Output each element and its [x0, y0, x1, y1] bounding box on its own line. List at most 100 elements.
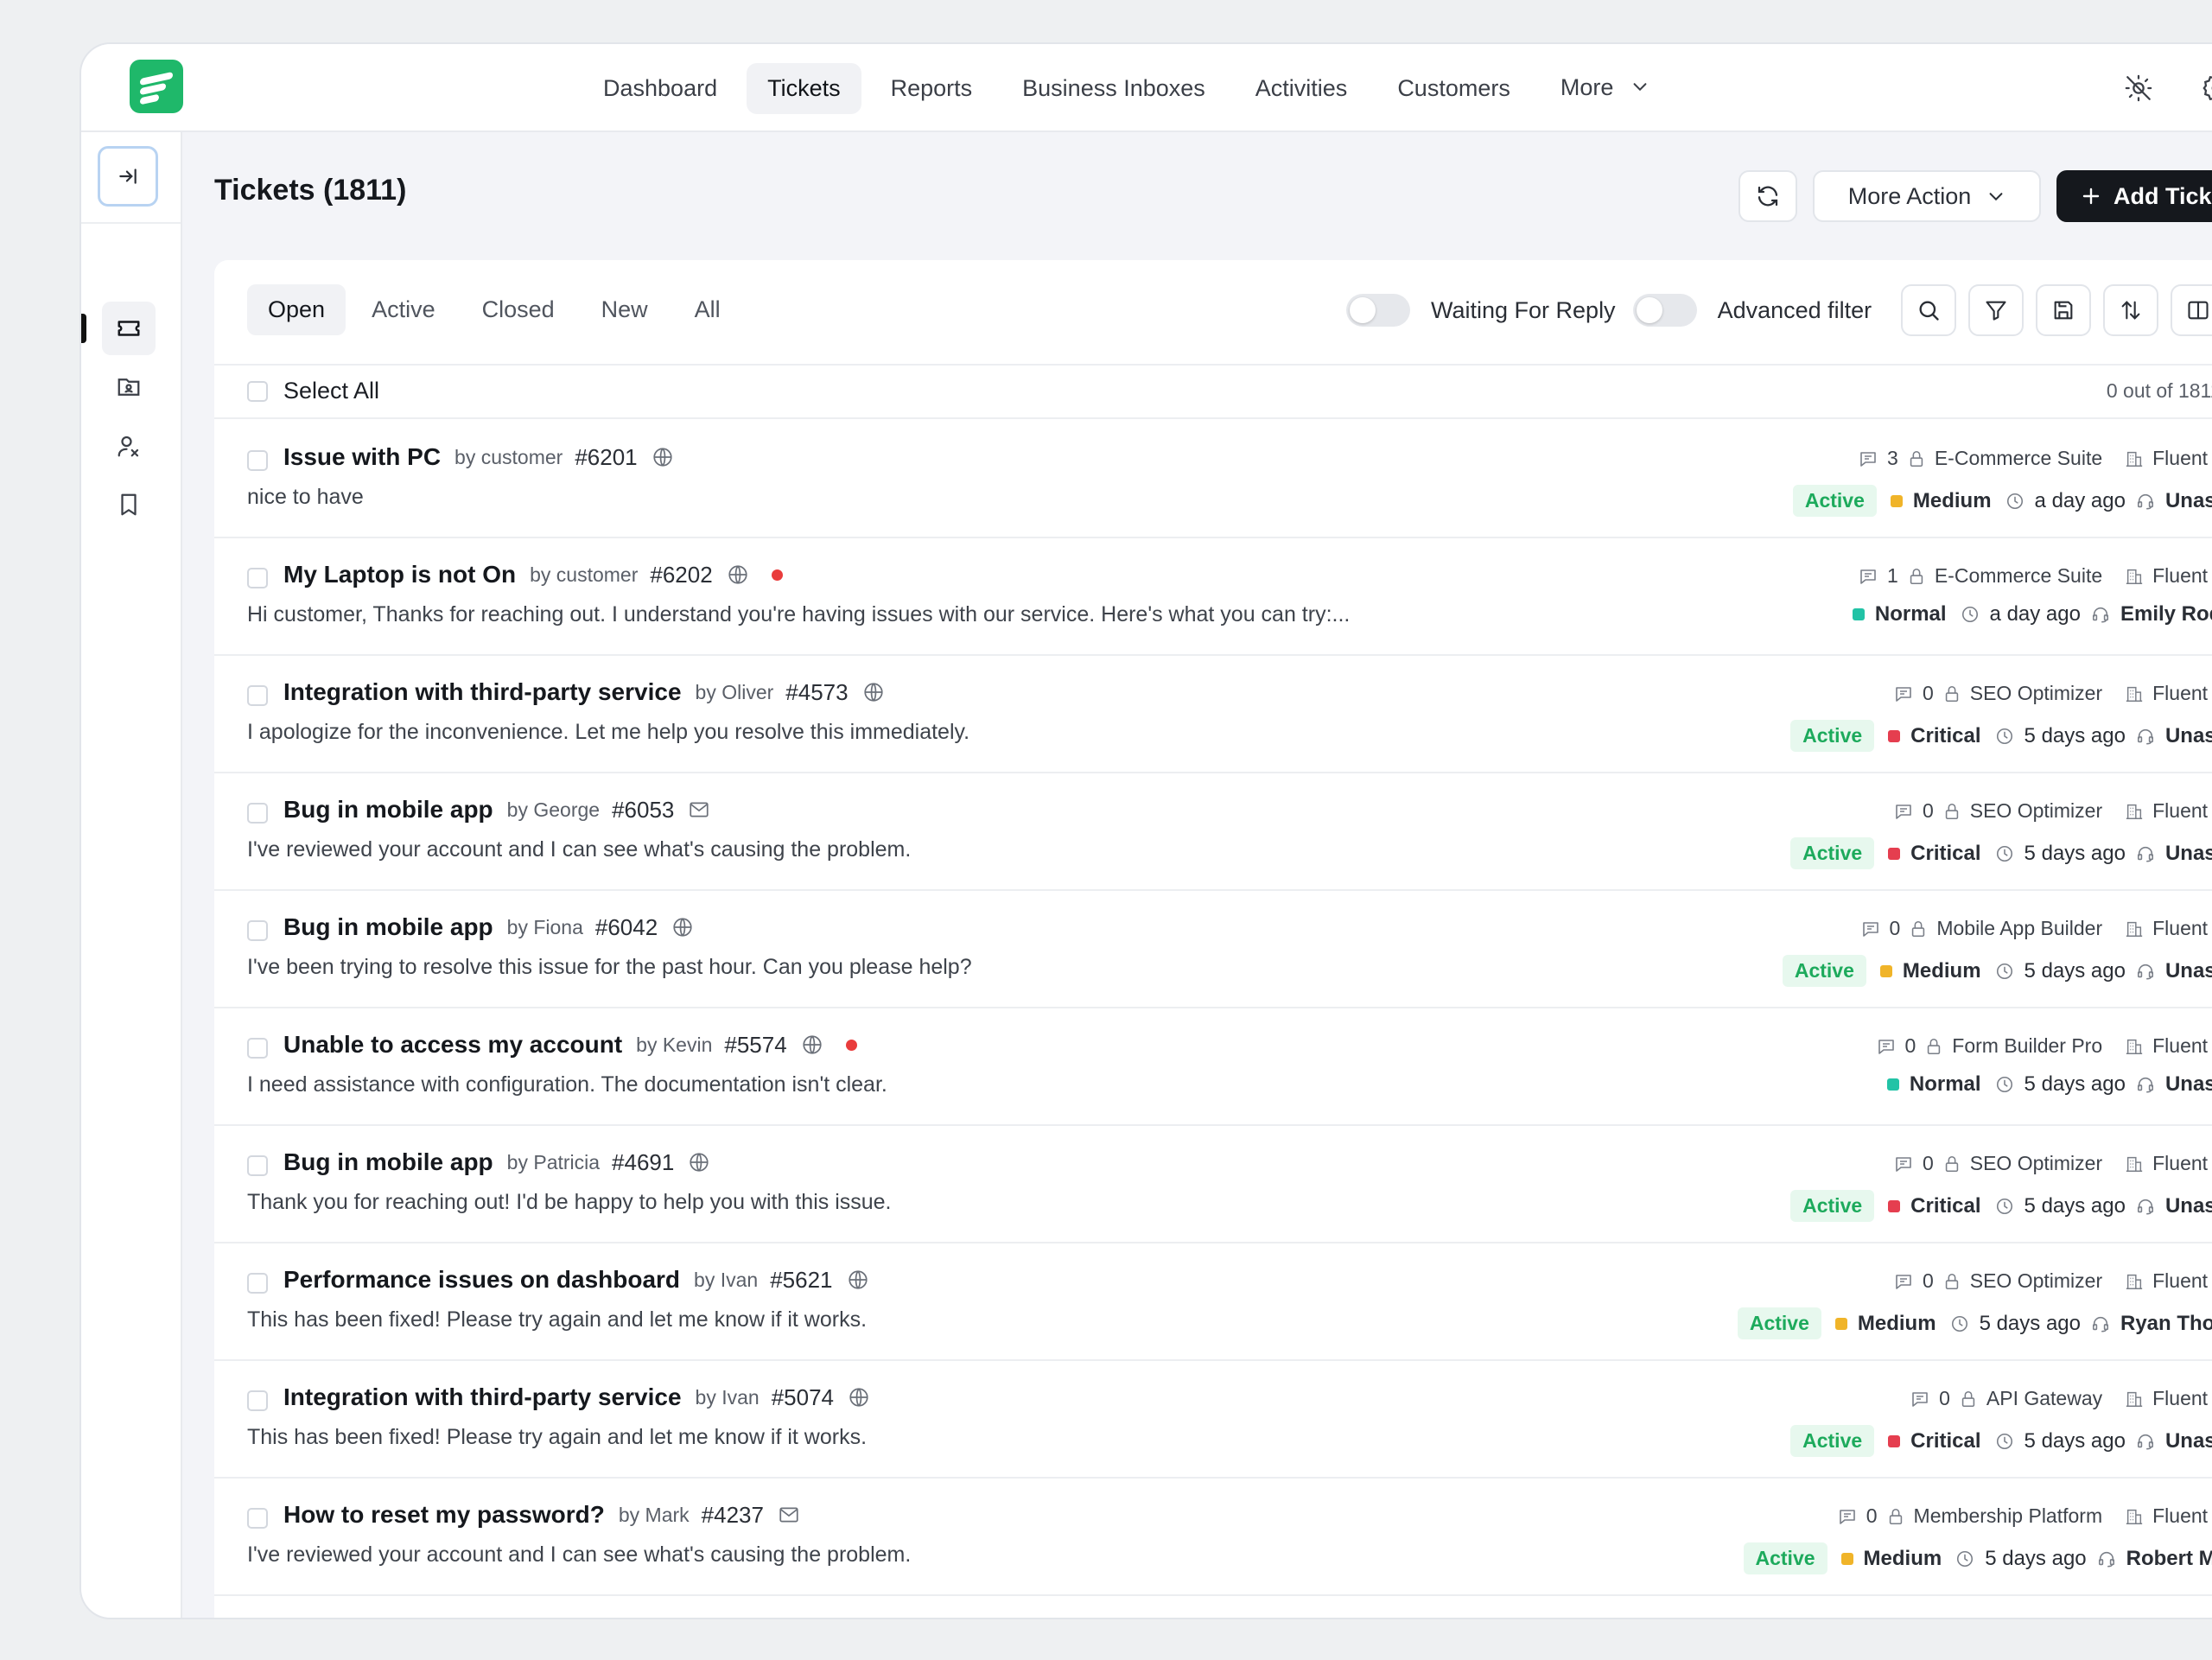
- ticket-row[interactable]: Integration with third-party service by …: [214, 1361, 2212, 1479]
- building-icon: [2125, 449, 2144, 468]
- more-action-button[interactable]: More Action: [1813, 170, 2041, 222]
- ticket-checkbox[interactable]: [247, 1155, 268, 1176]
- sidebar-item-bookmarks[interactable]: [102, 478, 156, 531]
- columns-icon: [2186, 298, 2210, 322]
- filter-button[interactable]: [1968, 284, 2024, 336]
- advanced-filter-toggle[interactable]: [1632, 294, 1697, 327]
- ticket-time: a day ago: [1989, 602, 2081, 626]
- ticket-row[interactable]: How to reset my password? by Mark #4237 …: [214, 1479, 2212, 1596]
- team-name: Fluent Support: [2152, 447, 2212, 469]
- ticket-title[interactable]: Performance issues on dashboard: [283, 1266, 680, 1294]
- ticket-title[interactable]: Bug in mobile app: [283, 1148, 493, 1176]
- clock-icon: [1995, 1197, 2014, 1216]
- fluent-support-logo[interactable]: [130, 60, 183, 113]
- ticket-title[interactable]: How to reset my password?: [283, 1501, 605, 1529]
- lock-icon: [1959, 1390, 1978, 1409]
- ticket-checkbox[interactable]: [247, 1390, 268, 1411]
- priority-indicator: [1879, 964, 1892, 977]
- clock-icon: [1961, 605, 1980, 624]
- ticket-time: 5 days ago: [2024, 1193, 2126, 1218]
- ticket-checkbox[interactable]: [247, 1273, 268, 1294]
- settings-gear-icon[interactable]: [2202, 73, 2212, 103]
- ticket-title[interactable]: Unable to access my account: [283, 1031, 622, 1059]
- nav-reports[interactable]: Reports: [870, 63, 994, 114]
- ticket-title[interactable]: Integration with third-party service: [283, 1383, 682, 1411]
- priority-indicator: [1888, 1199, 1901, 1212]
- waiting-for-reply-toggle[interactable]: [1346, 294, 1410, 327]
- sidebar-item-contacts[interactable]: [102, 360, 156, 414]
- globe-icon: [862, 681, 885, 703]
- nav-dashboard[interactable]: Dashboard: [582, 63, 738, 114]
- select-all-checkbox[interactable]: [247, 381, 268, 402]
- ticket-checkbox[interactable]: [247, 685, 268, 706]
- ticket-checkbox[interactable]: [247, 568, 268, 588]
- reply-count: 0: [1866, 1504, 1878, 1527]
- ticket-header: Performance issues on dashboard by Ivan …: [283, 1266, 869, 1294]
- ticket-row[interactable]: Performance issues on dashboard by Ivan …: [214, 1243, 2212, 1361]
- app-window: Dashboard Tickets Reports Business Inbox…: [79, 42, 2212, 1619]
- agent-icon: [2136, 492, 2155, 511]
- clock-icon: [1995, 844, 2014, 863]
- filter-bar: Waiting For Reply Advanced filter: [1346, 284, 2212, 336]
- sidebar-item-unassigned[interactable]: [102, 419, 156, 473]
- chevron-down-icon: [1630, 75, 1649, 102]
- ticket-id: #6201: [575, 443, 638, 470]
- nav-tickets[interactable]: Tickets: [747, 62, 861, 114]
- ticket-row[interactable]: Unable to access my account by Kevin #55…: [214, 1008, 2212, 1126]
- ticket-meta: 1 E-Commerce Suite Fluent Support: [1858, 564, 2212, 588]
- ticket-row[interactable]: Issue with PC by customer #6201 nice to …: [214, 421, 2212, 538]
- status-badge: Active: [1790, 720, 1875, 752]
- ticket-checkbox[interactable]: [247, 450, 268, 471]
- building-icon: [2125, 1390, 2144, 1409]
- refresh-button[interactable]: [1738, 170, 1797, 222]
- assigned-agent: Robert Martinez: [2126, 1546, 2212, 1570]
- ticket-title[interactable]: Integration with third-party service: [283, 678, 682, 706]
- building-icon: [2125, 1507, 2144, 1526]
- columns-button[interactable]: [2171, 284, 2212, 336]
- ticket-checkbox[interactable]: [247, 1508, 268, 1529]
- status-badge: Active: [1790, 1190, 1875, 1222]
- tab-new[interactable]: New: [581, 284, 669, 335]
- ticket-title[interactable]: Bug in mobile app: [283, 913, 493, 941]
- agent-icon: [2097, 1549, 2116, 1568]
- product-name: Membership Platform: [1913, 1504, 2103, 1527]
- theme-toggle-icon[interactable]: [2124, 73, 2153, 103]
- search-button[interactable]: [1901, 284, 1957, 336]
- nav-business-inboxes[interactable]: Business Inboxes: [1001, 63, 1226, 114]
- building-icon: [2125, 1154, 2144, 1173]
- priority-indicator: [1888, 847, 1901, 860]
- ticket-row[interactable]: Bug in mobile app by George #6053 I've r…: [214, 773, 2212, 891]
- agent-icon: [2136, 1197, 2155, 1216]
- ticket-checkbox[interactable]: [247, 803, 268, 824]
- ticket-title[interactable]: My Laptop is not On: [283, 561, 516, 588]
- top-icons: [2124, 44, 2212, 132]
- save-view-button[interactable]: [2036, 284, 2092, 336]
- ticket-title[interactable]: Bug in mobile app: [283, 796, 493, 824]
- ticket-row[interactable]: My Laptop is not On by customer #6202 Hi…: [214, 538, 2212, 656]
- ticket-row[interactable]: Bug in mobile app by Patricia #4691 Than…: [214, 1126, 2212, 1243]
- product-name: E-Commerce Suite: [1934, 564, 2103, 587]
- sort-button[interactable]: [2103, 284, 2159, 336]
- sort-arrows-icon: [2119, 298, 2143, 322]
- nav-customers[interactable]: Customers: [1376, 63, 1531, 114]
- ticket-header: Integration with third-party service by …: [283, 678, 885, 706]
- sidebar-item-tickets[interactable]: [102, 302, 156, 355]
- priority-label: Critical: [1910, 1193, 1981, 1218]
- sidebar-collapse-button[interactable]: [98, 146, 158, 207]
- product-name: Form Builder Pro: [1952, 1034, 2103, 1057]
- ticket-checkbox[interactable]: [247, 1038, 268, 1059]
- tab-open[interactable]: Open: [247, 284, 346, 335]
- tab-all[interactable]: All: [674, 284, 741, 335]
- ticket-row[interactable]: Integration with third-party service by …: [214, 656, 2212, 773]
- nav-more[interactable]: More: [1540, 62, 1670, 114]
- tab-active[interactable]: Active: [351, 284, 456, 335]
- ticket-title[interactable]: Issue with PC: [283, 443, 441, 471]
- priority-indicator: [1852, 608, 1865, 620]
- nav-activities[interactable]: Activities: [1235, 63, 1369, 114]
- add-ticket-button[interactable]: Add Ticket: [2056, 170, 2212, 222]
- ticket-row[interactable]: Bug in mobile app by Fiona #6042 I've be…: [214, 891, 2212, 1008]
- ticket-checkbox[interactable]: [247, 920, 268, 941]
- tab-closed[interactable]: Closed: [461, 284, 575, 335]
- expand-arrow-icon: [117, 165, 139, 188]
- reply-count: 0: [1922, 1269, 1934, 1292]
